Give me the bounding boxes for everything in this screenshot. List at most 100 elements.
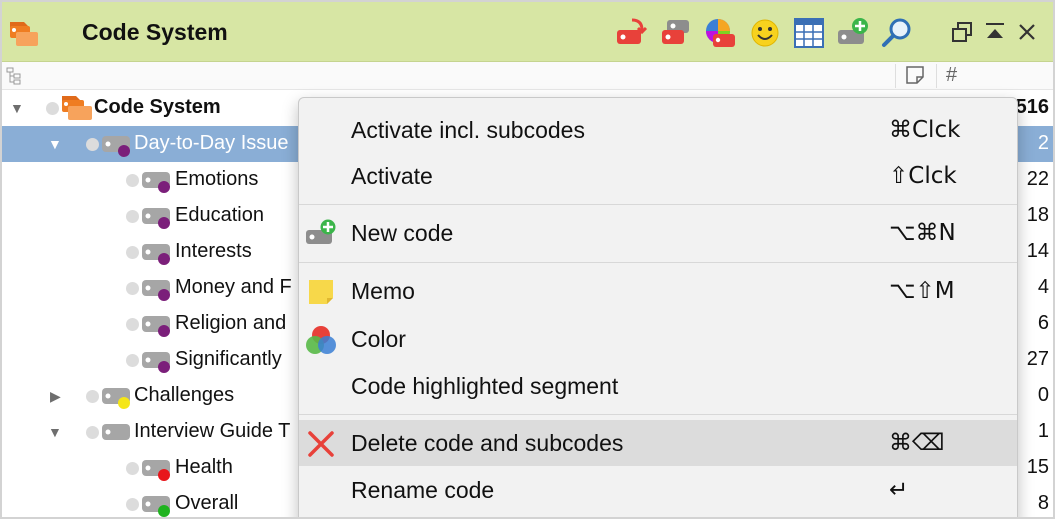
code-tag-icon <box>140 458 172 481</box>
menu-item-shortcut: ⌘Clck <box>889 117 961 143</box>
activation-dot[interactable] <box>86 426 99 439</box>
disclosure-collapsed-icon[interactable]: ▶ <box>50 388 66 404</box>
tree-row-label: Interests <box>175 240 252 262</box>
window-header: Code System <box>2 2 1053 62</box>
color-wheel-icon[interactable] <box>703 16 737 50</box>
tree-row-count: 18 <box>1026 204 1049 226</box>
tree-row-label: Code System <box>94 96 221 118</box>
tree-row-label: Religion and <box>175 312 287 334</box>
tree-row-count: 14 <box>1026 240 1049 262</box>
code-tag-icon <box>140 314 172 337</box>
code-tag-icon <box>100 386 132 409</box>
code-export-icon[interactable] <box>614 16 648 50</box>
activation-dot[interactable] <box>126 498 139 511</box>
tree-row-count: 15 <box>1026 456 1049 478</box>
tree-row-label: Interview Guide T <box>134 420 291 442</box>
activation-dot[interactable] <box>46 102 59 115</box>
menu-separator <box>299 204 1017 205</box>
menu-item-shortcut: ⌘⌫ <box>889 430 945 456</box>
code-set-icon[interactable] <box>659 16 693 50</box>
tree-row-count: 1 <box>1037 420 1049 442</box>
activation-dot[interactable] <box>126 282 139 295</box>
menu-item-label: Memo <box>351 278 415 304</box>
activation-dot[interactable] <box>126 462 139 475</box>
column-separator <box>895 64 896 88</box>
tree-row-count: 2 <box>1037 132 1049 154</box>
tree-row-label: Education <box>175 204 264 226</box>
code-system-window: Code System # ▼ Code System 516 ▼ Day-to… <box>0 0 1055 519</box>
code-tag-icon <box>140 206 172 229</box>
code-system-app-icon <box>8 18 40 48</box>
search-icon[interactable] <box>880 16 914 50</box>
menu-item-label: Delete code and subcodes <box>351 430 624 456</box>
code-tag-icon <box>100 134 132 157</box>
code-tag-icon <box>140 242 172 265</box>
menu-item-shortcut: ⌥⇧M <box>889 278 955 304</box>
tree-row-count: 4 <box>1037 276 1049 298</box>
menu-item-label: Activate incl. subcodes <box>351 117 585 143</box>
memo-column-icon <box>905 65 925 90</box>
close-icon[interactable] <box>1015 20 1039 44</box>
menu-item-new-code[interactable]: New code ⌥⌘N <box>299 210 1017 256</box>
tree-row-count: 516 <box>1015 96 1049 118</box>
menu-item-delete-code[interactable]: Delete code and subcodes ⌘⌫ <box>299 420 1017 466</box>
tree-row-label: Health <box>175 456 233 478</box>
new-code-icon <box>305 218 337 250</box>
disclosure-expanded-icon[interactable]: ▼ <box>48 424 64 440</box>
new-code-icon[interactable] <box>836 16 870 50</box>
smiley-icon[interactable] <box>748 16 782 50</box>
code-tag-icon <box>100 422 132 442</box>
menu-item-label: Code highlighted segment <box>351 373 619 399</box>
activation-dot[interactable] <box>126 246 139 259</box>
activation-dot[interactable] <box>86 390 99 403</box>
tree-row-label: Overall <box>175 492 239 514</box>
menu-item-activate-incl-subcodes[interactable]: Activate incl. subcodes ⌘Clck <box>299 107 1017 153</box>
activation-dot[interactable] <box>126 354 139 367</box>
menu-item-label: Activate <box>351 163 433 189</box>
delete-x-icon <box>305 428 337 460</box>
undock-icon[interactable] <box>950 20 974 44</box>
menu-item-shortcut: ↵ <box>889 477 909 503</box>
tree-row-count: 6 <box>1037 312 1049 334</box>
menu-separator <box>299 262 1017 263</box>
collapse-up-icon[interactable] <box>983 20 1007 44</box>
tree-row-label: Challenges <box>134 384 235 406</box>
menu-item-label: Rename code <box>351 477 495 503</box>
disclosure-expanded-icon[interactable]: ▼ <box>10 100 26 116</box>
tree-row-count: 22 <box>1026 168 1049 190</box>
context-menu: Activate incl. subcodes ⌘Clck Activate ⇧… <box>298 97 1018 517</box>
menu-item-color[interactable]: Color <box>299 316 1017 362</box>
tree-row-label: Day-to-Day Issue <box>134 132 289 154</box>
tree-row-count: 27 <box>1026 348 1049 370</box>
table-icon[interactable] <box>792 16 826 50</box>
count-column-header: # <box>946 64 958 86</box>
code-tag-icon <box>140 494 172 517</box>
menu-item-rename-code[interactable]: Rename code ↵ <box>299 467 1017 513</box>
menu-item-label: Color <box>351 326 406 352</box>
activation-dot[interactable] <box>126 318 139 331</box>
menu-item-activate[interactable]: Activate ⇧Clck <box>299 153 1017 199</box>
tree-view-icon[interactable] <box>6 67 22 90</box>
memo-icon <box>305 276 337 308</box>
column-separator <box>936 64 937 88</box>
menu-item-shortcut: ⇧Clck <box>889 163 957 189</box>
activation-dot[interactable] <box>126 210 139 223</box>
tree-row-count: 8 <box>1037 492 1049 514</box>
page-title: Code System <box>82 19 228 45</box>
column-header-bar: # <box>2 62 1053 90</box>
activation-dot[interactable] <box>86 138 99 151</box>
menu-item-code-highlighted-segment[interactable]: Code highlighted segment <box>299 363 1017 409</box>
activation-dot[interactable] <box>126 174 139 187</box>
code-tag-icon <box>140 278 172 301</box>
disclosure-expanded-icon[interactable]: ▼ <box>48 136 64 152</box>
menu-separator <box>299 414 1017 415</box>
menu-item-shortcut: ⌥⌘N <box>889 220 956 246</box>
tree-row-label: Emotions <box>175 168 259 190</box>
tree-row-label: Significantly <box>175 348 282 370</box>
tree-row-label: Money and F <box>175 276 292 298</box>
color-icon <box>305 324 337 356</box>
code-tag-icon <box>140 170 172 193</box>
code-system-icon <box>60 94 94 122</box>
tree-row-count: 0 <box>1037 384 1049 406</box>
menu-item-memo[interactable]: Memo ⌥⇧M <box>299 268 1017 314</box>
